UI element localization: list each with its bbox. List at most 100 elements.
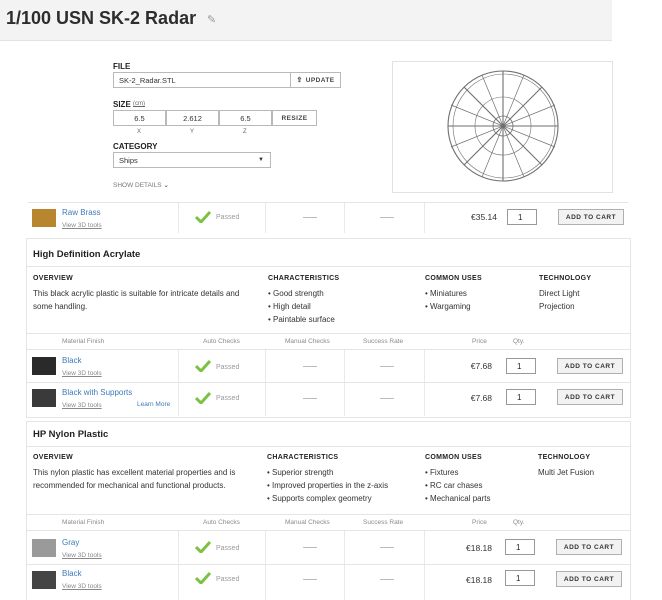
view-3d-tools-link[interactable]: View 3D tools: [62, 222, 102, 229]
material-finish-link[interactable]: Black with Supports: [62, 388, 132, 397]
section-title: HP Nylon Plastic: [33, 429, 109, 440]
manual-checks-empty: [303, 398, 317, 399]
update-button[interactable]: ⇪ UPDATE: [290, 72, 341, 88]
check-icon: [195, 541, 211, 553]
characteristic-item: • Superior strength: [267, 468, 334, 477]
price: €7.68: [470, 393, 492, 403]
characteristic-item: • Supports complex geometry: [267, 494, 372, 503]
auto-check-status: Passed: [216, 576, 240, 583]
col-material-finish: Material Finish: [62, 338, 105, 345]
view-3d-tools-link[interactable]: View 3D tools: [62, 552, 102, 559]
col-material-finish: Material Finish: [62, 519, 105, 526]
quantity-input[interactable]: 1: [507, 209, 537, 225]
material-swatch: [32, 571, 56, 589]
axis-z-label: Z: [243, 129, 247, 135]
material-finish-link[interactable]: Black: [62, 356, 82, 365]
size-unit-toggle[interactable]: (cm): [133, 101, 145, 107]
characteristic-item: • Improved properties in the z-axis: [267, 481, 389, 490]
price: €35.14: [471, 212, 497, 222]
characteristics-heading: CHARACTERISTICS: [267, 454, 339, 461]
overview-heading: OVERVIEW: [33, 454, 74, 461]
size-label: SIZE: [113, 100, 131, 109]
upload-icon: ⇪: [296, 77, 303, 84]
check-icon: [195, 211, 211, 223]
quantity-input[interactable]: 1: [506, 358, 536, 374]
section-title: High Definition Acrylate: [33, 249, 141, 260]
col-qty: Qty.: [513, 519, 525, 526]
file-name-field[interactable]: SK-2_Radar.STL: [113, 72, 291, 88]
col-manual-checks: Manual Checks: [285, 519, 330, 526]
common-use-item: • Miniatures: [425, 289, 467, 298]
radar-model-image: [447, 70, 559, 182]
overview-text: This black acrylic plastic is suitable f…: [33, 289, 240, 311]
add-to-cart-button[interactable]: ADD TO CART: [558, 209, 624, 225]
success-rate-empty: [380, 366, 394, 367]
characteristic-item: • Paintable surface: [268, 315, 335, 324]
quantity-input[interactable]: 1: [506, 389, 536, 405]
col-auto-checks: Auto Checks: [203, 338, 240, 345]
success-rate-empty: [380, 579, 394, 580]
col-price: Price: [472, 519, 487, 526]
update-label: UPDATE: [305, 76, 335, 84]
check-icon: [195, 572, 211, 584]
auto-check-status: Passed: [216, 395, 240, 402]
view-3d-tools-link[interactable]: View 3D tools: [62, 370, 102, 377]
material-swatch: [32, 539, 56, 557]
quantity-input[interactable]: 1: [505, 570, 535, 586]
material-finish-link[interactable]: Black: [62, 569, 82, 578]
technology-text: Multi Jet Fusion: [538, 468, 595, 477]
common-uses-heading: COMMON USES: [425, 275, 482, 282]
file-label: FILE: [113, 62, 131, 71]
col-manual-checks: Manual Checks: [285, 338, 330, 345]
model-preview[interactable]: [392, 61, 613, 193]
size-y-input[interactable]: 2.612: [166, 110, 219, 126]
manual-checks-empty: [303, 547, 317, 548]
view-3d-tools-link[interactable]: View 3D tools: [62, 402, 102, 409]
caret-down-icon: ▼: [258, 157, 264, 163]
category-label: CATEGORY: [113, 142, 158, 151]
common-use-item: • Fixtures: [425, 468, 459, 477]
page-title: 1/100 USN SK-2 Radar: [6, 8, 197, 28]
learn-more-link[interactable]: Learn More: [137, 401, 170, 408]
manual-checks-empty: [303, 366, 317, 367]
auto-check-status: Passed: [216, 545, 240, 552]
size-z-input[interactable]: 6.5: [219, 110, 272, 126]
price: €7.68: [470, 361, 492, 371]
add-to-cart-button[interactable]: ADD TO CART: [556, 571, 622, 587]
price: €18.18: [466, 543, 492, 553]
add-to-cart-button[interactable]: ADD TO CART: [556, 539, 622, 555]
add-to-cart-button[interactable]: ADD TO CART: [557, 389, 623, 405]
pencil-icon[interactable]: ✎: [207, 13, 216, 26]
view-3d-tools-link[interactable]: View 3D tools: [62, 583, 102, 590]
material-finish-link[interactable]: Gray: [62, 538, 79, 547]
material-swatch: [32, 357, 56, 375]
price: €18.18: [466, 575, 492, 585]
auto-check-status: Passed: [216, 364, 240, 371]
check-icon: [195, 360, 211, 372]
col-qty: Qty.: [513, 338, 525, 345]
common-use-item: • Wargaming: [425, 302, 471, 311]
size-x-input[interactable]: 6.5: [113, 110, 166, 126]
overview-heading: OVERVIEW: [33, 275, 74, 282]
quantity-input[interactable]: 1: [505, 539, 535, 555]
manual-checks-empty: [303, 579, 317, 580]
material-swatch: [32, 209, 56, 227]
show-details-toggle[interactable]: SHOW DETAILS ⌄: [113, 181, 169, 189]
col-success-rate: Success Rate: [363, 338, 404, 345]
material-swatch: [32, 389, 56, 407]
auto-check-status: Passed: [216, 214, 240, 221]
resize-button[interactable]: RESIZE: [272, 110, 317, 126]
technology-text: Direct Light Projection: [539, 289, 580, 311]
chevron-down-icon: ⌄: [163, 182, 169, 189]
characteristics-heading: CHARACTERISTICS: [268, 275, 340, 282]
common-use-item: • Mechanical parts: [425, 494, 491, 503]
check-icon: [195, 392, 211, 404]
col-auto-checks: Auto Checks: [203, 519, 240, 526]
category-select[interactable]: Ships ▼: [113, 152, 271, 168]
success-rate-empty: [380, 547, 394, 548]
show-details-label: SHOW DETAILS: [113, 182, 162, 189]
raw-brass-link[interactable]: Raw Brass: [62, 208, 101, 217]
characteristic-item: • Good strength: [268, 289, 324, 298]
common-use-item: • RC car chases: [425, 481, 483, 490]
add-to-cart-button[interactable]: ADD TO CART: [557, 358, 623, 374]
